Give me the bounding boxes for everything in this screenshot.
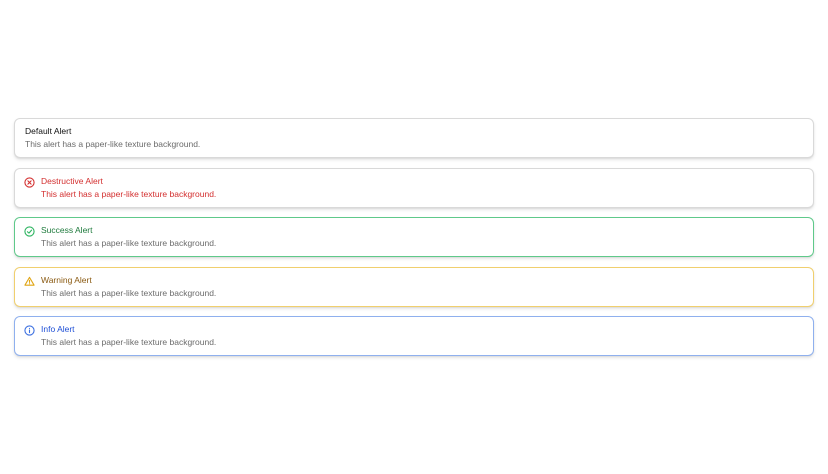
alert-title: Destructive Alert	[41, 175, 103, 186]
alert-default: Default Alert This alert has a paper-lik…	[14, 118, 814, 158]
alert-title: Info Alert	[41, 324, 75, 334]
alert-description: This alert has a paper-like texture back…	[41, 188, 217, 199]
alert-title: Success Alert	[41, 225, 93, 235]
alert-stack: Default Alert This alert has a paper-lik…	[14, 118, 814, 366]
alert-triangle-icon	[24, 276, 35, 287]
info-circle-icon	[24, 325, 35, 336]
alert-description: This alert has a paper-like texture back…	[41, 337, 217, 347]
alert-info: Info Alert This alert has a paper-like t…	[14, 316, 814, 356]
alert-description: This alert has a paper-like texture back…	[25, 139, 201, 149]
alert-description: This alert has a paper-like texture back…	[41, 287, 217, 298]
alert-destructive: Destructive Alert This alert has a paper…	[14, 167, 814, 208]
check-circle-icon	[24, 226, 35, 237]
alert-title: Warning Alert	[41, 274, 92, 285]
alert-warning: Warning Alert This alert has a paper-lik…	[14, 266, 814, 307]
alert-title: Default Alert	[25, 126, 72, 136]
alert-description: This alert has a paper-like texture back…	[41, 238, 217, 248]
x-circle-icon	[24, 176, 35, 188]
alert-success: Success Alert This alert has a paper-lik…	[14, 217, 814, 257]
